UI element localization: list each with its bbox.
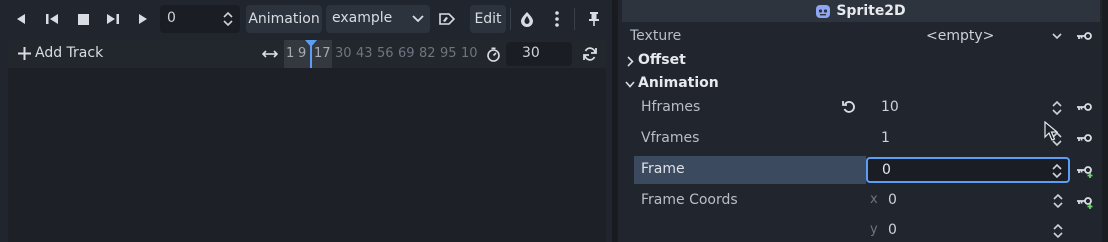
stop-icon	[77, 13, 89, 25]
section-animation-label: Animation	[638, 75, 719, 91]
plus-icon	[18, 46, 31, 60]
track-editor: Add Track 1 9 17 30 43 56 69 82 95 10 30	[8, 40, 606, 242]
key-add-icon[interactable]	[1076, 164, 1094, 178]
animation-menu-label: Animation	[248, 11, 320, 27]
property-frame: Frame 0	[618, 156, 1108, 184]
ruler-tick: 82	[419, 46, 436, 61]
timeline-fit-icon[interactable]	[262, 47, 278, 61]
ruler-tick: 95	[440, 46, 457, 61]
hframes-input[interactable]: 10	[865, 95, 1069, 121]
property-texture: Texture <empty>	[618, 23, 1108, 51]
pin-button[interactable]	[586, 7, 602, 31]
spin-arrows-icon[interactable]	[1052, 222, 1064, 240]
mouse-cursor-icon	[1044, 121, 1058, 141]
fps-input[interactable]: 30	[506, 42, 572, 66]
track-list[interactable]	[8, 68, 606, 242]
stop-button[interactable]	[74, 7, 92, 31]
sprite-node-icon	[816, 4, 831, 18]
property-frame-coords: Frame Coords x 0	[618, 187, 1108, 215]
ruler-tick: 43	[356, 46, 373, 61]
frame-coords-y-input[interactable]: y 0	[866, 218, 1070, 242]
vframes-label: Vframes	[641, 130, 700, 146]
spin-arrows-icon[interactable]	[1052, 192, 1064, 210]
play-backwards-button[interactable]	[12, 7, 30, 31]
ruler-tick: 69	[398, 46, 415, 61]
key-add-icon[interactable]	[1076, 195, 1094, 209]
property-vframes: Vframes 1	[618, 125, 1108, 153]
animation-select[interactable]: example	[326, 5, 430, 33]
ruler-tick: 1	[286, 46, 295, 61]
spin-arrows-icon[interactable]	[222, 10, 234, 28]
play-button[interactable]	[134, 7, 152, 31]
property-hframes: Hframes 10	[618, 94, 1108, 122]
node-title: Sprite2D	[622, 0, 1100, 22]
key-icon[interactable]	[1076, 102, 1092, 112]
track-header: Add Track 1 9 17 30 43 56 69 82 95 10 30	[8, 40, 606, 68]
add-track-label: Add Track	[35, 45, 104, 61]
texture-value[interactable]: <empty>	[926, 28, 994, 44]
chevron-down-icon	[412, 15, 424, 23]
play-backwards-icon	[17, 14, 25, 24]
key-icon[interactable]	[1076, 133, 1092, 143]
pin-icon	[589, 12, 599, 26]
current-frame-input[interactable]: 0	[160, 5, 240, 33]
property-frame-coords-y: y 0	[618, 218, 1108, 242]
frame-coords-x-value: 0	[888, 192, 897, 208]
spin-arrows-icon[interactable]	[1051, 99, 1063, 117]
spin-arrows-icon[interactable]	[1051, 162, 1063, 180]
animation-toolbar: 0 Animation example Edit	[0, 0, 612, 38]
onion-skin-button[interactable]	[518, 7, 536, 31]
texture-label: Texture	[630, 28, 682, 44]
chevron-down-icon	[625, 81, 635, 88]
chevron-down-icon[interactable]	[1052, 33, 1062, 41]
more-options-button[interactable]	[550, 7, 564, 31]
node-title-text: Sprite2D	[836, 3, 906, 19]
key-icon[interactable]	[1076, 31, 1092, 41]
step-back-button[interactable]	[42, 7, 62, 31]
frame-coords-y-value: 0	[888, 222, 897, 238]
chevron-right-icon	[627, 56, 634, 67]
frame-coords-x-input[interactable]: x 0	[866, 188, 1070, 214]
play-icon	[139, 14, 147, 24]
frame-value: 0	[882, 162, 891, 178]
inspector-scrollbar[interactable]	[1102, 0, 1108, 242]
step-back-icon	[46, 14, 58, 24]
timer-icon	[487, 47, 500, 62]
vframes-input[interactable]: 1	[865, 126, 1069, 152]
inspector-panel: Sprite2D Texture <empty> Offset Animatio…	[618, 0, 1108, 242]
playhead[interactable]	[310, 40, 312, 68]
y-axis-label: y	[870, 222, 878, 237]
animation-panel: 0 Animation example Edit Add Track 1 9 1…	[0, 0, 612, 242]
rename-icon	[439, 13, 455, 25]
revert-icon[interactable]	[842, 100, 856, 114]
edit-menu-button[interactable]: Edit	[470, 5, 506, 33]
frame-label: Frame	[641, 161, 685, 177]
toolbar-separator	[510, 8, 511, 30]
animation-menu-button[interactable]: Animation	[246, 5, 322, 33]
section-offset-label: Offset	[638, 52, 686, 68]
more-icon	[555, 11, 559, 27]
fps-value: 30	[522, 45, 540, 61]
animation-select-value: example	[332, 10, 393, 26]
ruler-tick: 56	[377, 46, 394, 61]
step-forward-button[interactable]	[103, 7, 123, 31]
step-forward-icon	[107, 14, 119, 24]
current-frame-value: 0	[167, 10, 176, 26]
loop-icon[interactable]	[582, 46, 598, 62]
hframes-label: Hframes	[641, 99, 701, 115]
hframes-value: 10	[881, 99, 899, 115]
ruler-tick: 9	[298, 46, 307, 61]
onion-skin-icon	[521, 12, 533, 27]
ruler-tick: 30	[335, 46, 352, 61]
add-track-button[interactable]: Add Track	[18, 45, 103, 61]
edit-menu-label: Edit	[474, 11, 502, 27]
frame-input[interactable]: 0	[866, 157, 1070, 183]
x-axis-label: x	[870, 192, 878, 207]
rename-animation-button[interactable]	[438, 7, 456, 31]
toolbar-separator	[574, 8, 575, 30]
vframes-value: 1	[881, 130, 890, 146]
frame-coords-label: Frame Coords	[641, 192, 738, 208]
ruler-tick: 17	[314, 46, 331, 61]
ruler-tick: 10	[461, 46, 478, 61]
